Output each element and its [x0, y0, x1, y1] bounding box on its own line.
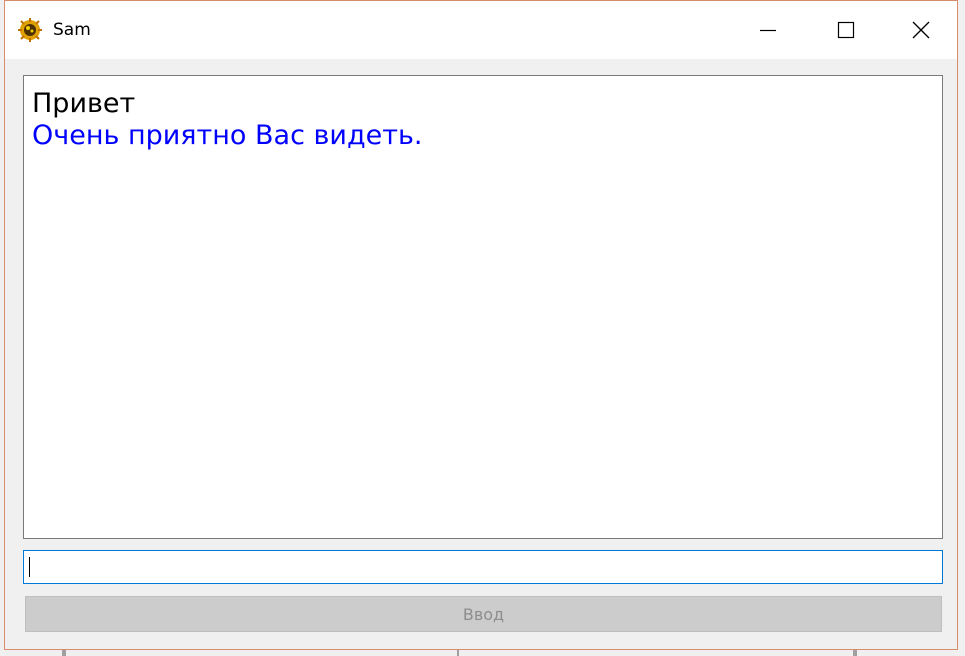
background-divider [853, 650, 857, 656]
background-divider [457, 650, 459, 656]
chat-message-user: Привет [32, 88, 136, 119]
text-caret [29, 557, 30, 577]
send-button[interactable]: Ввод [25, 596, 942, 632]
close-icon [912, 21, 930, 39]
background-divider [62, 650, 66, 656]
chat-log[interactable]: Привет Очень приятно Вас видеть. [23, 75, 943, 539]
message-input[interactable] [23, 550, 943, 584]
title-bar[interactable]: Sam [5, 1, 957, 59]
minimize-button[interactable] [729, 1, 807, 59]
minimize-icon [760, 29, 776, 32]
window-title: Sam [53, 20, 91, 40]
chat-message-bot: Очень приятно Вас видеть. [32, 120, 423, 151]
maximize-icon [837, 21, 855, 39]
bug-app-icon [18, 18, 42, 42]
close-button[interactable] [883, 1, 959, 59]
maximize-button[interactable] [807, 1, 885, 59]
app-window: Sam Привет Очень приятно Вас видеть. Вво… [4, 0, 958, 650]
